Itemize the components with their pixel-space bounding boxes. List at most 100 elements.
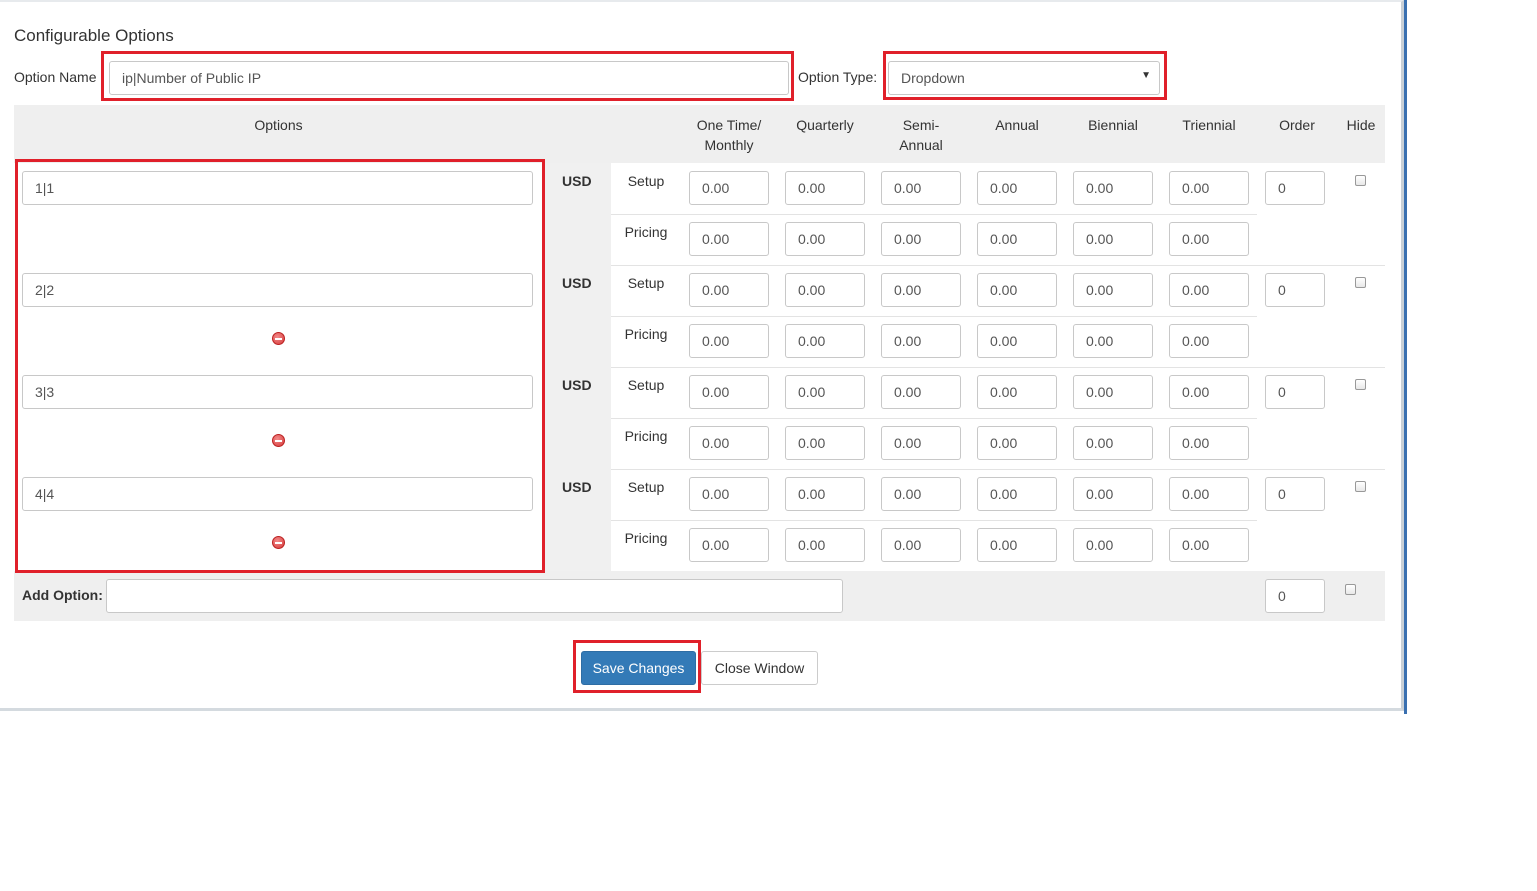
- setup-price-input[interactable]: [689, 375, 769, 409]
- row-subdivider: [611, 418, 1257, 419]
- pricing-price-input[interactable]: [881, 426, 961, 460]
- option-name-row-input[interactable]: [22, 171, 533, 205]
- order-input[interactable]: [1265, 273, 1325, 307]
- pricing-price-input[interactable]: [785, 324, 865, 358]
- setup-price-input[interactable]: [785, 273, 865, 307]
- option-type-select[interactable]: Dropdown ▼: [888, 61, 1160, 95]
- currency-label: USD: [562, 275, 592, 291]
- pricing-price-input[interactable]: [1073, 426, 1153, 460]
- pricing-label: Pricing: [624, 428, 668, 444]
- currency-label: USD: [562, 377, 592, 393]
- order-input[interactable]: [1265, 477, 1325, 511]
- setup-price-input[interactable]: [1169, 273, 1249, 307]
- col-semi-line2: Annual: [899, 137, 943, 153]
- pricing-label: Pricing: [624, 530, 668, 546]
- setup-price-input[interactable]: [785, 171, 865, 205]
- option-name-input[interactable]: [109, 61, 789, 95]
- setup-label: Setup: [627, 377, 665, 393]
- setup-price-input[interactable]: [785, 477, 865, 511]
- pricing-price-input[interactable]: [1169, 222, 1249, 256]
- setup-price-input[interactable]: [689, 273, 769, 307]
- close-window-button[interactable]: Close Window: [701, 651, 818, 685]
- delete-icon[interactable]: [272, 332, 285, 345]
- setup-price-input[interactable]: [977, 171, 1057, 205]
- setup-price-input[interactable]: [689, 171, 769, 205]
- pricing-price-input[interactable]: [1169, 426, 1249, 460]
- col-semi-annual: Semi- Annual: [876, 115, 966, 155]
- pricing-price-input[interactable]: [1073, 222, 1153, 256]
- option-name-row-input[interactable]: [22, 273, 533, 307]
- col-one-time-monthly: One Time/ Monthly: [684, 115, 774, 155]
- pricing-price-input[interactable]: [881, 222, 961, 256]
- add-option-order-input[interactable]: [1265, 579, 1325, 613]
- pricing-price-input[interactable]: [785, 222, 865, 256]
- row-subdivider: [611, 316, 1257, 317]
- pricing-price-input[interactable]: [977, 426, 1057, 460]
- hide-checkbox[interactable]: [1355, 175, 1366, 186]
- option-type-value: Dropdown: [901, 70, 965, 86]
- pricing-price-input[interactable]: [977, 528, 1057, 562]
- col-one-time-line2: Monthly: [704, 137, 754, 153]
- chevron-down-icon: ▼: [1141, 70, 1151, 81]
- setup-price-input[interactable]: [1073, 273, 1153, 307]
- pricing-price-input[interactable]: [689, 426, 769, 460]
- setup-price-input[interactable]: [689, 477, 769, 511]
- row-subdivider: [611, 214, 1257, 215]
- setup-price-input[interactable]: [1169, 171, 1249, 205]
- pricing-price-input[interactable]: [1169, 528, 1249, 562]
- setup-label: Setup: [627, 173, 665, 189]
- pricing-price-input[interactable]: [689, 528, 769, 562]
- setup-price-input[interactable]: [1073, 375, 1153, 409]
- add-option-hide-checkbox[interactable]: [1345, 584, 1356, 595]
- row-subdivider: [611, 520, 1257, 521]
- pricing-price-input[interactable]: [785, 426, 865, 460]
- setup-price-input[interactable]: [1169, 477, 1249, 511]
- pricing-price-input[interactable]: [1073, 324, 1153, 358]
- pricing-price-input[interactable]: [881, 324, 961, 358]
- setup-price-input[interactable]: [881, 375, 961, 409]
- col-hide: Hide: [1346, 117, 1376, 133]
- col-semi-line1: Semi-: [902, 117, 940, 133]
- window-edge: [1404, 0, 1407, 714]
- setup-price-input[interactable]: [881, 171, 961, 205]
- option-name-row-input[interactable]: [22, 375, 533, 409]
- order-input[interactable]: [1265, 171, 1325, 205]
- col-triennial: Triennial: [1182, 117, 1236, 133]
- pricing-price-input[interactable]: [881, 528, 961, 562]
- add-option-input[interactable]: [106, 579, 843, 613]
- pricing-price-input[interactable]: [977, 222, 1057, 256]
- option-type-label: Option Type:: [798, 69, 878, 85]
- setup-price-input[interactable]: [881, 477, 961, 511]
- col-biennial: Biennial: [1088, 117, 1138, 133]
- setup-price-input[interactable]: [785, 375, 865, 409]
- delete-icon[interactable]: [272, 536, 285, 549]
- page-title: Configurable Options: [14, 26, 174, 45]
- hide-checkbox[interactable]: [1355, 277, 1366, 288]
- pricing-price-input[interactable]: [785, 528, 865, 562]
- option-name-label: Option Name: [14, 69, 97, 85]
- setup-price-input[interactable]: [1169, 375, 1249, 409]
- currency-label: USD: [562, 479, 592, 495]
- hide-checkbox[interactable]: [1355, 379, 1366, 390]
- setup-price-input[interactable]: [881, 273, 961, 307]
- setup-label: Setup: [627, 479, 665, 495]
- add-option-label: Add Option:: [22, 587, 103, 603]
- setup-price-input[interactable]: [1073, 171, 1153, 205]
- save-changes-button[interactable]: Save Changes: [581, 651, 696, 685]
- col-annual: Annual: [995, 117, 1039, 133]
- col-one-time-line1: One Time/: [696, 117, 762, 133]
- pricing-price-input[interactable]: [1073, 528, 1153, 562]
- col-order: Order: [1279, 117, 1315, 133]
- setup-price-input[interactable]: [977, 477, 1057, 511]
- option-name-row-input[interactable]: [22, 477, 533, 511]
- pricing-price-input[interactable]: [977, 324, 1057, 358]
- pricing-price-input[interactable]: [1169, 324, 1249, 358]
- pricing-price-input[interactable]: [689, 324, 769, 358]
- hide-checkbox[interactable]: [1355, 481, 1366, 492]
- delete-icon[interactable]: [272, 434, 285, 447]
- setup-price-input[interactable]: [977, 273, 1057, 307]
- pricing-price-input[interactable]: [689, 222, 769, 256]
- order-input[interactable]: [1265, 375, 1325, 409]
- setup-price-input[interactable]: [1073, 477, 1153, 511]
- setup-price-input[interactable]: [977, 375, 1057, 409]
